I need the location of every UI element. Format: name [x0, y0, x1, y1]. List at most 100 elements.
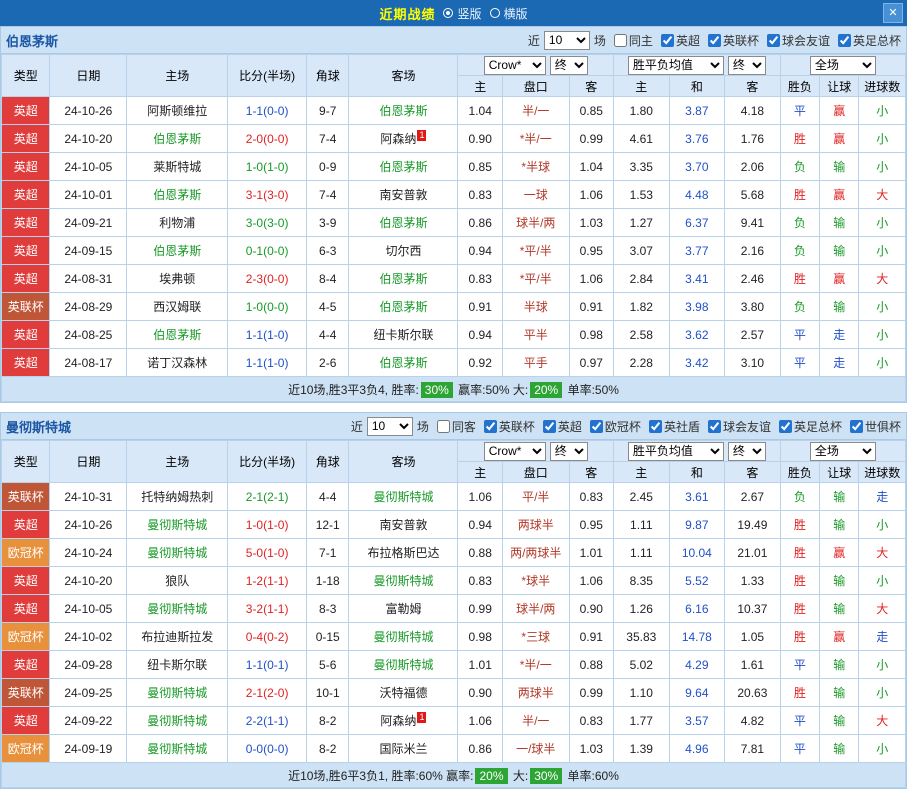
asian-stage-select[interactable]: 终 — [550, 442, 588, 461]
away-team[interactable]: 曼彻斯特城 — [349, 567, 458, 595]
euro-stage-select[interactable]: 终 — [728, 56, 766, 75]
league-filter-英联杯-checkbox[interactable] — [484, 420, 497, 433]
venue-filter[interactable]: 同客 — [437, 418, 476, 435]
away-team[interactable]: 伯恩茅斯 — [349, 293, 458, 321]
league-type: 英联杯 — [2, 293, 50, 321]
recent-count-select[interactable]: 10 — [544, 31, 590, 50]
league-filter-英超[interactable]: 英超 — [543, 418, 582, 435]
home-team[interactable]: 曼彻斯特城 — [127, 735, 228, 763]
table-header-row-groups: 类型 日期 主场 比分(半场) 角球 客场 Crow*终 胜平负均值终 全场 — [2, 441, 906, 462]
league-filter-英社盾[interactable]: 英社盾 — [649, 418, 700, 435]
away-team[interactable]: 阿森纳1 — [349, 125, 458, 153]
asian-handicap: *半/一 — [502, 651, 569, 679]
league-filter-球会友谊-checkbox[interactable] — [708, 420, 721, 433]
bookmaker-select[interactable]: Crow* — [484, 56, 546, 75]
home-team[interactable]: 伯恩茅斯 — [127, 125, 228, 153]
league-filter-英联杯-checkbox[interactable] — [708, 34, 721, 47]
asian-home-water: 0.83 — [458, 181, 502, 209]
odds-type-select[interactable]: 胜平负均值 — [628, 56, 724, 75]
league-filter-英联杯[interactable]: 英联杯 — [484, 418, 535, 435]
home-team[interactable]: 布拉迪斯拉发 — [127, 623, 228, 651]
home-team[interactable]: 曼彻斯特城 — [127, 511, 228, 539]
league-filter-英足总杯[interactable]: 英足总杯 — [779, 418, 842, 435]
team-section: 伯恩茅斯 近 10 场 同主 英超英联杯球会友谊英足总杯 类型 日期 主场 比分… — [0, 26, 907, 403]
layout-horizontal-option[interactable]: 横版 — [490, 5, 528, 22]
away-team[interactable]: 阿森纳1 — [349, 707, 458, 735]
home-team[interactable]: 狼队 — [127, 567, 228, 595]
corners: 7-1 — [307, 539, 349, 567]
league-filter-英足总杯-checkbox[interactable] — [779, 420, 792, 433]
away-team[interactable]: 曼彻斯特城 — [349, 651, 458, 679]
home-team[interactable]: 伯恩茅斯 — [127, 321, 228, 349]
league-filter-英超-checkbox[interactable] — [661, 34, 674, 47]
result-goals: 大 — [859, 707, 906, 735]
league-filter-英联杯[interactable]: 英联杯 — [708, 32, 759, 49]
league-filter-球会友谊[interactable]: 球会友谊 — [767, 32, 830, 49]
summary-bar: 近10场,胜3平3负4, 胜率:30% 赢率:50% 大:20% 单率:50% — [2, 377, 906, 402]
league-filter-英足总杯[interactable]: 英足总杯 — [838, 32, 901, 49]
away-team[interactable]: 曼彻斯特城 — [349, 483, 458, 511]
home-team[interactable]: 西汉姆联 — [127, 293, 228, 321]
asian-stage-select[interactable]: 终 — [550, 56, 588, 75]
scope-select[interactable]: 全场 — [810, 442, 876, 461]
away-team[interactable]: 南安普敦 — [349, 181, 458, 209]
vertical-radio-icon[interactable] — [443, 8, 453, 18]
result-handicap: 输 — [820, 209, 859, 237]
home-team[interactable]: 托特纳姆热刺 — [127, 483, 228, 511]
close-icon[interactable]: ✕ — [883, 3, 903, 23]
horizontal-radio-icon[interactable] — [490, 8, 500, 18]
bookmaker-select[interactable]: Crow* — [484, 442, 546, 461]
euro-stage-select[interactable]: 终 — [728, 442, 766, 461]
away-team[interactable]: 南安普敦 — [349, 511, 458, 539]
home-team[interactable]: 莱斯特城 — [127, 153, 228, 181]
league-type: 英超 — [2, 265, 50, 293]
league-filter-欧冠杯-checkbox[interactable] — [590, 420, 603, 433]
euro-home-odds: 1.53 — [614, 181, 670, 209]
venue-filter-checkbox[interactable] — [437, 420, 450, 433]
away-team[interactable]: 伯恩茅斯 — [349, 265, 458, 293]
league-filter-英超[interactable]: 英超 — [661, 32, 700, 49]
recent-count-select[interactable]: 10 — [367, 417, 413, 436]
home-team[interactable]: 曼彻斯特城 — [127, 679, 228, 707]
away-team[interactable]: 伯恩茅斯 — [349, 153, 458, 181]
home-team[interactable]: 伯恩茅斯 — [127, 237, 228, 265]
layout-vertical-option[interactable]: 竖版 — [443, 5, 481, 22]
result-wdl: 胜 — [780, 623, 819, 651]
league-filter-球会友谊-checkbox[interactable] — [767, 34, 780, 47]
home-team[interactable]: 曼彻斯特城 — [127, 595, 228, 623]
league-filter-英足总杯-checkbox[interactable] — [838, 34, 851, 47]
home-team[interactable]: 利物浦 — [127, 209, 228, 237]
home-team[interactable]: 伯恩茅斯 — [127, 181, 228, 209]
away-team[interactable]: 曼彻斯特城 — [349, 623, 458, 651]
home-team[interactable]: 埃弗顿 — [127, 265, 228, 293]
home-team[interactable]: 诺丁汉森林 — [127, 349, 228, 377]
away-team[interactable]: 伯恩茅斯 — [349, 349, 458, 377]
home-team[interactable]: 曼彻斯特城 — [127, 707, 228, 735]
away-team[interactable]: 伯恩茅斯 — [349, 209, 458, 237]
away-team[interactable]: 纽卡斯尔联 — [349, 321, 458, 349]
league-filter-欧冠杯[interactable]: 欧冠杯 — [590, 418, 641, 435]
away-team[interactable]: 富勒姆 — [349, 595, 458, 623]
league-filter-英社盾-checkbox[interactable] — [649, 420, 662, 433]
league-filter-世俱杯[interactable]: 世俱杯 — [850, 418, 901, 435]
home-team[interactable]: 纽卡斯尔联 — [127, 651, 228, 679]
league-filter-英超-label: 英超 — [676, 32, 700, 49]
odds-type-select[interactable]: 胜平负均值 — [628, 442, 724, 461]
away-team[interactable]: 切尔西 — [349, 237, 458, 265]
matches-table: 类型 日期 主场 比分(半场) 角球 客场 Crow*终 胜平负均值终 全场 主… — [1, 54, 906, 402]
league-filter-世俱杯-label: 世俱杯 — [865, 418, 901, 435]
league-filter-世俱杯-checkbox[interactable] — [850, 420, 863, 433]
away-team[interactable]: 沃特福德 — [349, 679, 458, 707]
venue-filter-checkbox[interactable] — [614, 34, 627, 47]
away-team[interactable]: 伯恩茅斯 — [349, 97, 458, 125]
away-team[interactable]: 布拉格斯巴达 — [349, 539, 458, 567]
result-goals: 小 — [859, 293, 906, 321]
league-filter-英超-checkbox[interactable] — [543, 420, 556, 433]
home-team[interactable]: 曼彻斯特城 — [127, 539, 228, 567]
venue-filter[interactable]: 同主 — [614, 32, 653, 49]
home-team[interactable]: 阿斯顿维拉 — [127, 97, 228, 125]
away-team[interactable]: 国际米兰 — [349, 735, 458, 763]
result-handicap: 赢 — [820, 623, 859, 651]
league-filter-球会友谊[interactable]: 球会友谊 — [708, 418, 771, 435]
scope-select[interactable]: 全场 — [810, 56, 876, 75]
